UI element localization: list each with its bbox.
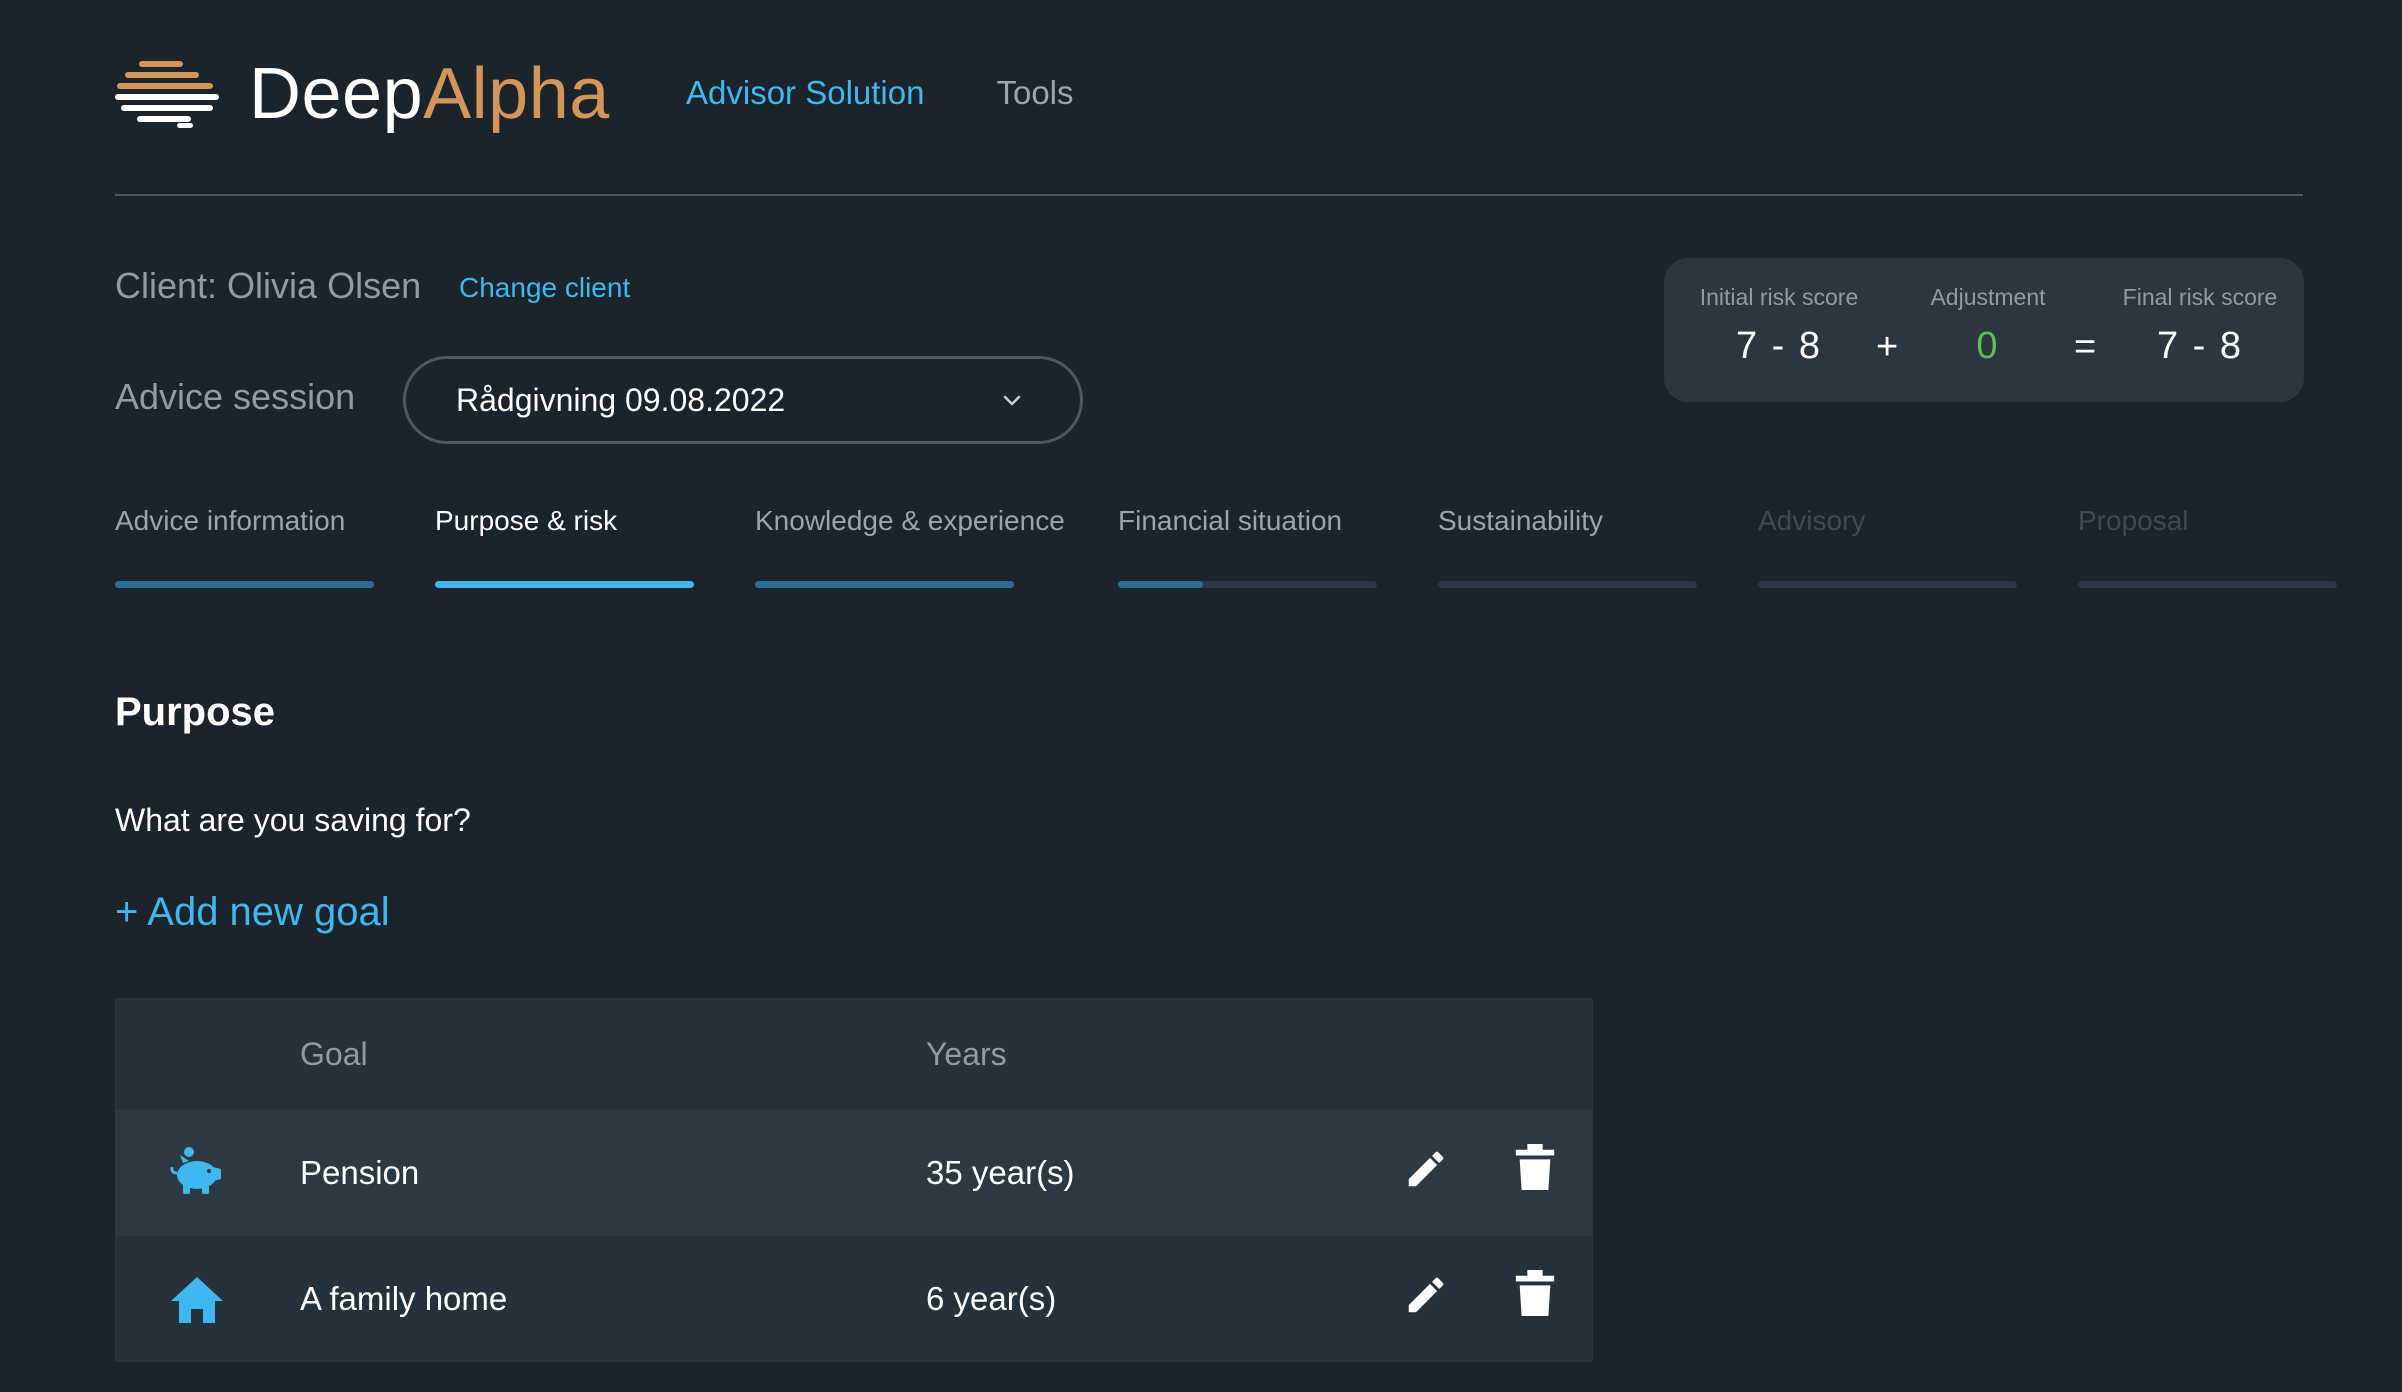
goal-name: Pension [300,1154,420,1191]
tab-progress-track [1758,581,2017,588]
tab-label: Proposal [2078,505,2189,536]
initial-risk-value: 7 - 8 [1735,325,1823,367]
home-icon [171,1277,223,1323]
tab-progress-track [115,581,374,588]
trash-icon[interactable] [1515,1144,1555,1190]
adjustment-label: Adjustment [1930,284,2046,310]
initial-risk-score: Initial risk score 7 - 8 [1688,284,1870,368]
final-risk-value: 7 - 8 [2156,325,2244,367]
tab-label: Sustainability [1438,505,1603,536]
logo-text-deep: Deep [249,54,424,134]
edit-icon[interactable] [1403,1146,1449,1192]
tab-label: Knowledge & experience [755,505,1065,536]
final-risk-score: Final risk score 7 - 8 [2116,284,2284,368]
piggy-bank-icon [170,1147,221,1194]
change-client-link[interactable]: Change client [459,272,630,304]
step-tabs: Advice information Purpose & risk Knowle… [115,505,2402,595]
risk-adjustment: Adjustment 0 [1926,284,2050,368]
table-header: Goal Years [115,998,1593,1110]
risk-score-panel: Initial risk score 7 - 8 + Adjustment 0 … [1664,258,2304,402]
section-title-purpose: Purpose [115,690,276,734]
advice-session-label: Advice session [115,376,356,417]
tab-progress-track [435,581,694,588]
nav-advisor-solution[interactable]: Advisor Solution [686,74,924,112]
top-header: DeepAlpha Advisor Solution Tools [115,40,2303,196]
advice-session-select[interactable]: Rådgivning 09.08.2022 [403,356,1083,444]
chevron-down-icon [1003,395,1021,406]
tab-knowledge-experience[interactable]: Knowledge & experience [755,505,1065,588]
tab-advice-information[interactable]: Advice information [115,505,374,588]
client-name: Client: Olivia Olsen [115,265,422,306]
tab-advisory: Advisory [1758,505,2017,588]
tab-progress-fill [1118,581,1204,588]
tab-sustainability[interactable]: Sustainability [1438,505,1697,588]
tab-progress-fill [435,581,694,588]
tab-label: Advice information [115,505,346,536]
tab-label: Advisory [1758,505,1866,536]
goal-name: A family home [300,1280,508,1317]
tab-progress-fill [115,581,374,588]
final-risk-label: Final risk score [2122,284,2278,310]
initial-risk-label: Initial risk score [1699,284,1859,310]
logo[interactable]: DeepAlpha [115,58,610,130]
edit-icon[interactable] [1403,1272,1449,1318]
tab-progress-track [1118,581,1377,588]
tab-label: Financial situation [1118,505,1343,536]
tab-progress-track [2078,581,2337,588]
adjustment-value: 0 [1976,325,2000,367]
goal-years: 6 year(s) [926,1280,1057,1317]
trash-icon[interactable] [1515,1270,1555,1316]
add-new-goal-button[interactable]: + Add new goal [115,890,390,935]
goal-years: 35 year(s) [926,1154,1075,1191]
tab-progress-track [1438,581,1697,588]
tab-label: Purpose & risk [435,505,618,536]
tab-progress-fill [755,581,1014,588]
deepalpha-logo-icon [115,61,219,128]
column-header-years: Years [926,1036,1007,1072]
tab-financial-situation[interactable]: Financial situation [1118,505,1377,588]
tab-progress-track [755,581,1014,588]
plus-sign: + [1876,326,1899,368]
saving-question: What are you saving for? [115,802,471,838]
advice-session-value: Rådgivning 09.08.2022 [456,381,786,418]
logo-text-alpha: Alpha [423,54,610,134]
equals-sign: = [2074,326,2097,368]
tab-proposal: Proposal [2078,505,2337,588]
goals-table: Goal Years Pension 35 year(s) A family h… [115,998,1593,1362]
tab-purpose-risk[interactable]: Purpose & risk [435,505,694,588]
main-nav: Advisor Solution Tools [686,74,1074,112]
column-header-goal: Goal [300,1036,368,1072]
table-row[interactable]: A family home 6 year(s) [115,1236,1593,1362]
nav-tools[interactable]: Tools [996,74,1073,112]
logo-wordmark: DeepAlpha [249,58,610,130]
table-row[interactable]: Pension 35 year(s) [115,1110,1593,1236]
